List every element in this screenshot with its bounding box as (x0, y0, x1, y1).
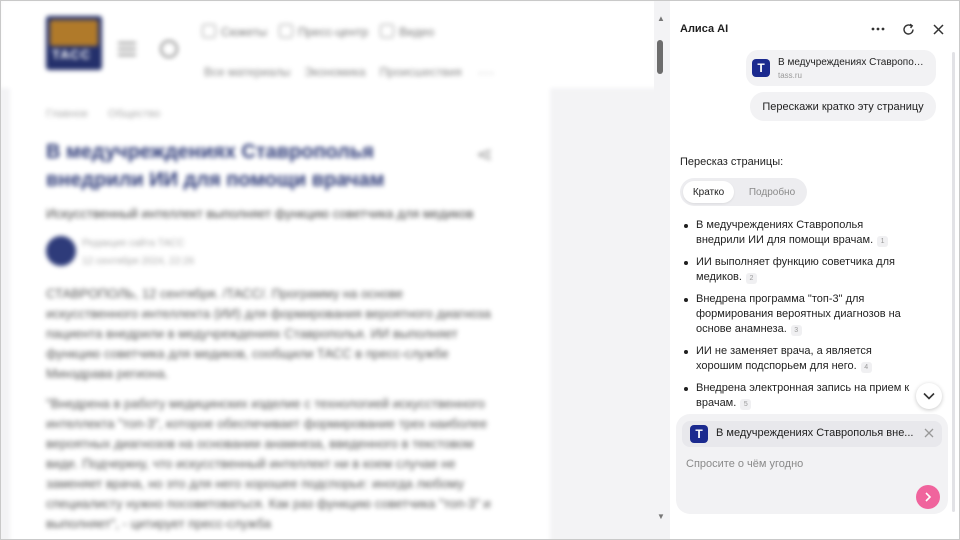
summary-item-text: В медучреждениях Ставрополья внедрили ИИ… (696, 219, 874, 246)
source-card[interactable]: Т В медучреждениях Ставрополья внедрили … (746, 50, 936, 86)
author-name: Редакция сайта ТАСС (82, 238, 185, 249)
menu-icon[interactable] (118, 42, 136, 56)
summary-item-text: Внедрена электронная запись на прием к в… (696, 382, 910, 409)
author-avatar (46, 236, 76, 266)
tass-source-icon: Т (690, 425, 708, 443)
send-button[interactable] (916, 485, 940, 509)
user-message: Перескажи кратко эту страницу (750, 92, 936, 121)
logo-text: ТАСС (52, 47, 91, 62)
section-nav: Все материалы Экономика Происшествия (204, 65, 462, 79)
article-title: В медучреждениях Ставрополья внедрили ИИ… (46, 141, 385, 191)
search-icon[interactable] (160, 40, 178, 58)
citation-ref[interactable]: 2 (745, 273, 757, 284)
share-icon[interactable]: ⋖ (476, 142, 493, 167)
citation-ref[interactable]: 3 (790, 325, 802, 336)
panel-title: Алиса AI (680, 23, 729, 35)
summary-item: В медучреждениях Ставрополья внедрили ИИ… (682, 218, 912, 248)
context-chip-title: В медучреждениях Ставрополья вне... (716, 427, 914, 439)
citation-ref[interactable]: 4 (860, 362, 872, 373)
chevron-down-icon (923, 392, 935, 400)
chat-composer: Т В медучреждениях Ставрополья вне... (676, 414, 948, 514)
scroll-up-arrow-icon[interactable]: ▲ (655, 14, 667, 23)
context-chip[interactable]: Т В медучреждениях Ставрополья вне... (682, 421, 942, 447)
nav-link[interactable]: Сюжеты (202, 24, 267, 39)
source-domain: tass.ru (778, 71, 803, 80)
ask-input[interactable] (686, 455, 906, 473)
summary-mode-switch: Кратко Подробно (680, 178, 807, 206)
blurred-page-content: ТАСС Сюжеты Пресс-центр Видео Все матери… (0, 0, 670, 540)
article: Главное Общество В медучреждениях Ставро… (10, 88, 550, 540)
refresh-icon[interactable] (899, 20, 917, 38)
summary-item-text: ИИ не заменяет врача, а является хорошим… (696, 345, 872, 372)
logo-emblem (50, 20, 98, 46)
remove-context-icon[interactable] (922, 426, 936, 440)
scroll-down-arrow-icon[interactable]: ▼ (655, 512, 667, 521)
breadcrumb-item[interactable]: Общество (108, 108, 160, 120)
chevron-right-icon (925, 492, 932, 502)
site-header: ТАСС Сюжеты Пресс-центр Видео Все матери… (0, 0, 670, 88)
top-nav: Сюжеты Пресс-центр Видео (202, 24, 434, 39)
panel-scrollbar[interactable] (952, 52, 955, 512)
alice-ai-panel: Алиса AI Т В медучреждениях Ставрополья … (670, 0, 960, 540)
summary-item: ИИ не заменяет врача, а является хорошим… (682, 344, 912, 374)
summary-item-text: ИИ выполняет функцию советчика для медик… (696, 256, 895, 283)
close-icon[interactable] (929, 20, 947, 38)
scroll-down-button[interactable] (916, 383, 942, 409)
section-link[interactable]: Происшествия (380, 65, 462, 79)
summary-item: ИИ выполняет функцию советчика для медик… (682, 255, 912, 285)
breadcrumb-item[interactable]: Главное (46, 108, 88, 120)
article-lead: Искусственный интеллект выполняет функци… (46, 206, 474, 221)
article-date: 12 сентября 2024, 22:26 (82, 256, 195, 267)
site-logo[interactable]: ТАСС (46, 16, 102, 70)
summary-item: Внедрена программа "топ-3" для формирова… (682, 292, 912, 337)
article-paragraph: СТАВРОПОЛЬ, 12 сентября. /ТАСС/. Програм… (46, 286, 491, 381)
page-scrollbar[interactable] (654, 0, 670, 540)
tass-source-icon: Т (752, 59, 770, 77)
tab-detailed[interactable]: Подробно (746, 181, 798, 203)
web-page-area: ТАСС Сюжеты Пресс-центр Видео Все матери… (0, 0, 670, 540)
summary-list: В медучреждениях Ставрополья внедрили ИИ… (682, 218, 912, 418)
breadcrumb: Главное Общество (46, 108, 160, 120)
section-link[interactable]: Экономика (304, 65, 365, 79)
summary-heading: Пересказ страницы: (680, 156, 784, 168)
article-paragraph: "Внедрена в работу медицинских изделие с… (46, 396, 491, 531)
source-title: В медучреждениях Ставрополья внедрили ИИ… (778, 57, 928, 68)
nav-link[interactable]: Видео (380, 24, 434, 39)
page-scrollbar-thumb[interactable] (657, 40, 663, 74)
section-link[interactable]: Все материалы (204, 65, 290, 79)
citation-ref[interactable]: 5 (740, 399, 752, 410)
tab-brief[interactable]: Кратко (683, 181, 734, 203)
citation-ref[interactable]: 1 (877, 236, 889, 247)
more-dots-icon[interactable] (869, 20, 887, 38)
article-body: СТАВРОПОЛЬ, 12 сентября. /ТАСС/. Програм… (46, 284, 496, 540)
more-sections-icon[interactable]: ··· (478, 64, 495, 80)
nav-link[interactable]: Пресс-центр (279, 24, 368, 39)
summary-item: Внедрена электронная запись на прием к в… (682, 381, 912, 411)
